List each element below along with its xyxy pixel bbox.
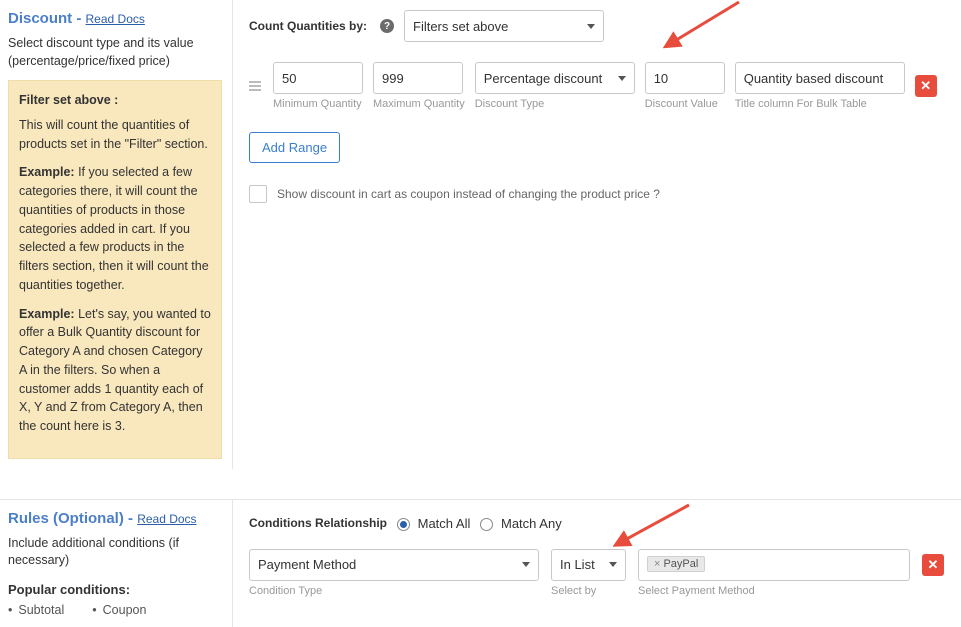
bulk-title-input[interactable] bbox=[735, 62, 905, 94]
drag-handle-icon[interactable] bbox=[249, 81, 261, 91]
count-quantities-label: Count Quantities by: bbox=[249, 19, 367, 33]
bulk-title-label: Title column For Bulk Table bbox=[735, 98, 905, 110]
select-by-label: Select by bbox=[551, 585, 626, 597]
chevron-down-icon bbox=[587, 24, 595, 29]
discount-type-select[interactable]: Percentage discount bbox=[475, 62, 635, 94]
popular-cond-subtotal: Subtotal bbox=[8, 603, 64, 617]
discount-value-label: Discount Value bbox=[645, 98, 725, 110]
close-icon: ✕ bbox=[928, 557, 939, 573]
payment-method-multiselect[interactable]: ×PayPal bbox=[638, 549, 910, 581]
discount-dash: - bbox=[72, 10, 85, 27]
show-as-coupon-label: Show discount in cart as coupon instead … bbox=[277, 187, 660, 201]
popular-cond-coupon: Coupon bbox=[92, 603, 146, 617]
max-quantity-label: Maximum Quantity bbox=[373, 98, 465, 110]
count-quantities-select[interactable]: Filters set above bbox=[404, 10, 604, 42]
show-as-coupon-checkbox[interactable] bbox=[249, 185, 267, 203]
min-quantity-label: Minimum Quantity bbox=[273, 98, 363, 110]
popular-conditions-header: Popular conditions: bbox=[8, 582, 222, 597]
info-header: Filter set above : bbox=[19, 91, 211, 110]
rules-title: Rules (Optional) bbox=[8, 510, 124, 527]
conditions-relationship-label: Conditions Relationship bbox=[249, 516, 387, 530]
info-p2: Example: If you selected a few categorie… bbox=[19, 163, 211, 294]
condition-type-label: Condition Type bbox=[249, 585, 539, 597]
chevron-down-icon bbox=[522, 562, 530, 567]
discount-value-input[interactable] bbox=[645, 62, 725, 94]
rules-read-docs-link[interactable]: Read Docs bbox=[137, 512, 196, 526]
delete-condition-button[interactable]: ✕ bbox=[922, 554, 944, 576]
discount-desc: Select discount type and its value (perc… bbox=[8, 35, 222, 70]
match-all-label: Match All bbox=[418, 516, 471, 531]
match-any-label: Match Any bbox=[501, 516, 562, 531]
discount-type-label: Discount Type bbox=[475, 98, 635, 110]
chevron-down-icon bbox=[609, 562, 617, 567]
discount-read-docs-link[interactable]: Read Docs bbox=[86, 12, 145, 26]
condition-type-select[interactable]: Payment Method bbox=[249, 549, 539, 581]
select-payment-method-label: Select Payment Method bbox=[638, 585, 910, 597]
close-icon: ✕ bbox=[920, 78, 931, 94]
help-icon[interactable]: ? bbox=[380, 19, 394, 33]
select-by-select[interactable]: In List bbox=[551, 549, 626, 581]
max-quantity-input[interactable] bbox=[373, 62, 463, 94]
match-all-radio[interactable] bbox=[397, 518, 410, 531]
info-p3: Example: Let's say, you wanted to offer … bbox=[19, 305, 211, 436]
info-p1: This will count the quantities of produc… bbox=[19, 116, 211, 154]
discount-info-box: Filter set above : This will count the q… bbox=[8, 80, 222, 459]
tag-remove-icon[interactable]: × bbox=[654, 558, 660, 570]
chevron-down-icon bbox=[618, 76, 626, 81]
discount-title: Discount bbox=[8, 10, 72, 27]
delete-range-button[interactable]: ✕ bbox=[915, 75, 937, 97]
min-quantity-input[interactable] bbox=[273, 62, 363, 94]
match-any-radio[interactable] bbox=[480, 518, 493, 531]
tag-paypal[interactable]: ×PayPal bbox=[647, 556, 705, 572]
rules-desc: Include additional conditions (if necess… bbox=[8, 535, 222, 570]
add-range-button[interactable]: Add Range bbox=[249, 132, 340, 163]
